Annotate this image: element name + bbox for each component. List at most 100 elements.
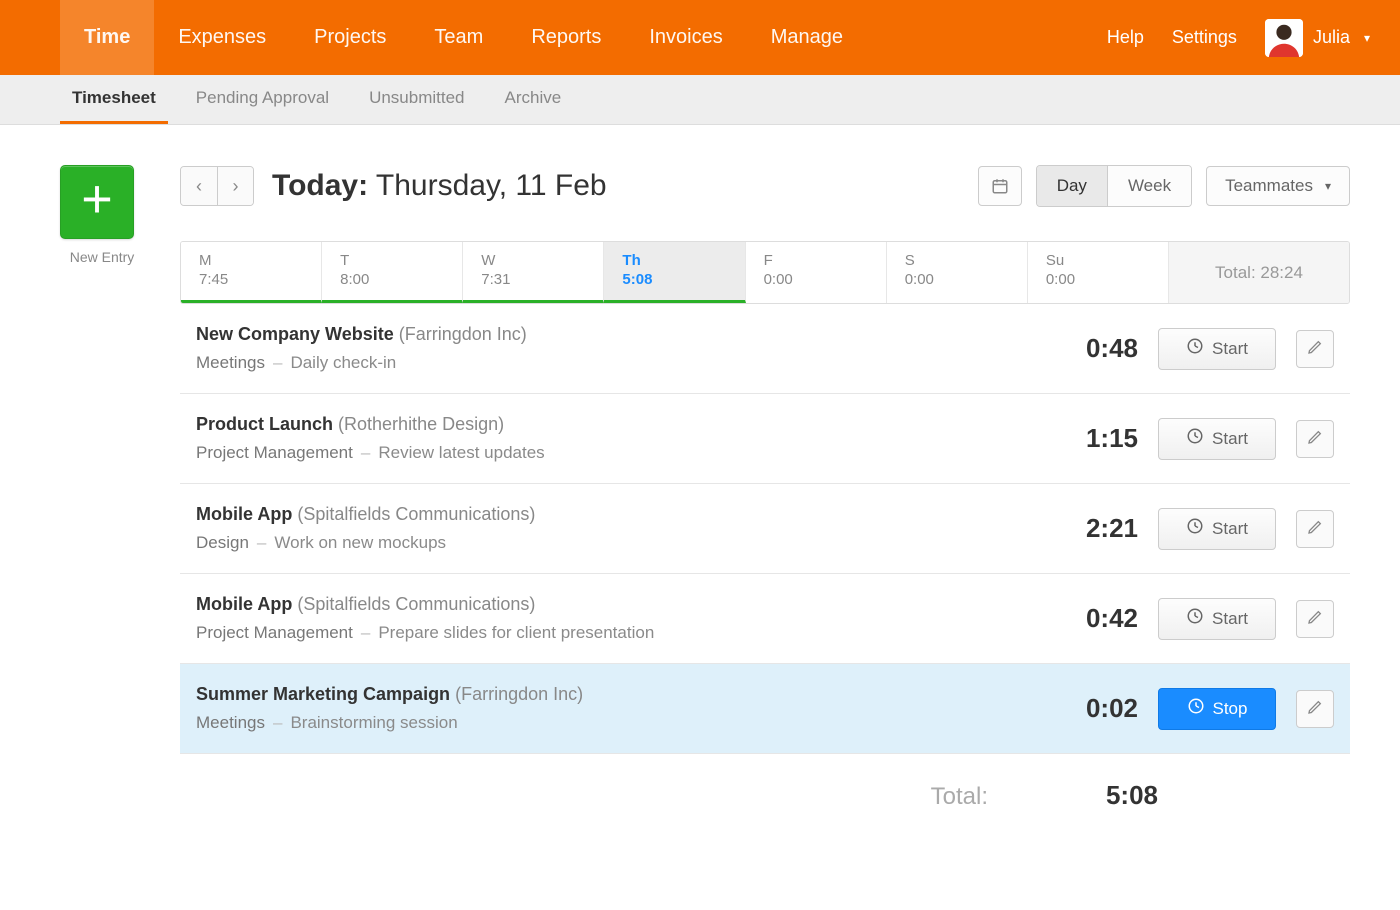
entry-task: Meetings <box>196 353 265 372</box>
time-entry-row: Product Launch (Rotherhithe Design) Proje… <box>180 394 1350 484</box>
left-rail: + New Entry <box>60 165 144 265</box>
day-total: 0:00 <box>1046 271 1150 288</box>
pencil-icon <box>1307 519 1323 538</box>
entry-duration: 0:48 <box>1048 333 1138 364</box>
edit-entry-button[interactable] <box>1296 510 1334 548</box>
entry-duration: 2:21 <box>1048 513 1138 544</box>
clock-icon <box>1187 697 1205 720</box>
nav-item-team[interactable]: Team <box>410 0 507 75</box>
entry-project: Mobile App <box>196 504 292 524</box>
nav-right: Help Settings Julia ▾ <box>1107 0 1370 75</box>
week-day-f[interactable]: F0:00 <box>746 242 887 303</box>
nav-item-invoices[interactable]: Invoices <box>625 0 746 75</box>
entry-info: Product Launch (Rotherhithe Design) Proje… <box>196 414 1028 463</box>
clock-icon <box>1186 607 1204 630</box>
day-abbr: S <box>905 252 1009 269</box>
nav-item-projects[interactable]: Projects <box>290 0 410 75</box>
subnav-tab-timesheet[interactable]: Timesheet <box>60 75 168 124</box>
entry-notes: Brainstorming session <box>290 713 457 732</box>
week-view-button[interactable]: Week <box>1107 166 1191 206</box>
timer-action-label: Start <box>1212 609 1248 629</box>
chevron-down-icon: ▾ <box>1325 179 1331 193</box>
new-entry-button[interactable]: + <box>60 165 134 239</box>
day-abbr: Su <box>1046 252 1150 269</box>
start-timer-button[interactable]: Start <box>1158 328 1276 370</box>
week-day-w[interactable]: W7:31 <box>463 242 604 303</box>
entry-title: Mobile App (Spitalfields Communications) <box>196 504 1028 525</box>
nav-item-time[interactable]: Time <box>60 0 154 75</box>
subnav-tab-unsubmitted[interactable]: Unsubmitted <box>357 75 476 124</box>
teammates-button[interactable]: Teammates ▾ <box>1206 166 1350 206</box>
pencil-icon <box>1307 699 1323 718</box>
week-day-th[interactable]: Th5:08 <box>604 242 745 303</box>
toolbar: ‹ › Today: Thursday, 11 Feb Day Week Tea… <box>180 165 1350 207</box>
edit-entry-button[interactable] <box>1296 420 1334 458</box>
separator: – <box>273 713 282 732</box>
entries-list: New Company Website (Farringdon Inc)Meet… <box>180 304 1350 754</box>
help-link[interactable]: Help <box>1107 27 1144 48</box>
week-day-s[interactable]: S 0:00 <box>887 242 1028 303</box>
timer-action-label: Stop <box>1213 699 1248 719</box>
start-timer-button[interactable]: Start <box>1158 598 1276 640</box>
entry-subtitle: Project Management–Prepare slides for cl… <box>196 623 1028 643</box>
toolbar-right: Day Week Teammates ▾ <box>978 165 1350 207</box>
user-name: Julia <box>1313 27 1350 48</box>
view-toggle: Day Week <box>1036 165 1192 207</box>
user-menu[interactable]: Julia ▾ <box>1265 19 1370 57</box>
week-strip: M7:45T8:00W7:31Th5:08F0:00S0:00Su0:00Tot… <box>180 241 1350 304</box>
entry-title: Product Launch (Rotherhithe Design) <box>196 414 1028 435</box>
clock-icon <box>1186 427 1204 450</box>
start-timer-button[interactable]: Start <box>1158 418 1276 460</box>
week-day-m[interactable]: M 7:45 <box>181 242 322 303</box>
start-timer-button[interactable]: Start <box>1158 508 1276 550</box>
entry-client: (Spitalfields Communications) <box>297 504 535 524</box>
day-view-button[interactable]: Day <box>1037 166 1107 206</box>
next-day-button[interactable]: › <box>217 167 253 205</box>
clock-icon <box>1186 517 1204 540</box>
nav-item-manage[interactable]: Manage <box>747 0 867 75</box>
entry-client: (Rotherhithe Design) <box>338 414 504 434</box>
date-pager: ‹ › <box>180 166 254 206</box>
clock-icon <box>1186 337 1204 360</box>
edit-entry-button[interactable] <box>1296 690 1334 728</box>
day-total: 7:45 <box>199 271 303 288</box>
separator: – <box>361 623 370 642</box>
entry-notes: Work on new mockups <box>274 533 446 552</box>
avatar <box>1265 19 1303 57</box>
nav-item-expenses[interactable]: Expenses <box>154 0 290 75</box>
time-entry-row: Summer Marketing Campaign (Farringdon In… <box>180 664 1350 754</box>
entry-info: Mobile App (Spitalfields Communications)… <box>196 594 1028 643</box>
calendar-icon <box>991 177 1009 195</box>
prev-day-button[interactable]: ‹ <box>181 167 217 205</box>
entry-task: Project Management <box>196 443 353 462</box>
pencil-icon <box>1307 339 1323 358</box>
subnav-tab-archive[interactable]: Archive <box>493 75 574 124</box>
calendar-button[interactable] <box>978 166 1022 206</box>
timer-action-label: Start <box>1212 339 1248 359</box>
entry-notes: Review latest updates <box>378 443 544 462</box>
time-entry-row: New Company Website (Farringdon Inc)Meet… <box>180 304 1350 394</box>
entry-task: Meetings <box>196 713 265 732</box>
timer-action-label: Start <box>1212 519 1248 539</box>
total-label: Total: <box>931 783 988 811</box>
entry-task: Design <box>196 533 249 552</box>
entry-client: (Farringdon Inc) <box>455 684 583 704</box>
nav-item-reports[interactable]: Reports <box>507 0 625 75</box>
stop-timer-button[interactable]: Stop <box>1158 688 1276 730</box>
entry-project: Product Launch <box>196 414 333 434</box>
edit-entry-button[interactable] <box>1296 330 1334 368</box>
day-total: 5:08 <box>622 271 726 288</box>
day-total: 0:00 <box>905 271 1009 288</box>
entry-subtitle: Meetings–Daily check-in <box>196 353 1028 373</box>
timer-action-label: Start <box>1212 429 1248 449</box>
subnav-tab-pending-approval[interactable]: Pending Approval <box>184 75 341 124</box>
week-day-t[interactable]: T8:00 <box>322 242 463 303</box>
week-day-su[interactable]: Su 0:00 <box>1028 242 1169 303</box>
settings-link[interactable]: Settings <box>1172 27 1237 48</box>
day-total-row: Total: 5:08 <box>180 754 1350 811</box>
content: ‹ › Today: Thursday, 11 Feb Day Week Tea… <box>180 165 1350 811</box>
day-abbr: M <box>199 252 303 269</box>
entry-client: (Farringdon Inc) <box>399 324 527 344</box>
entry-subtitle: Meetings–Brainstorming session <box>196 713 1028 733</box>
edit-entry-button[interactable] <box>1296 600 1334 638</box>
